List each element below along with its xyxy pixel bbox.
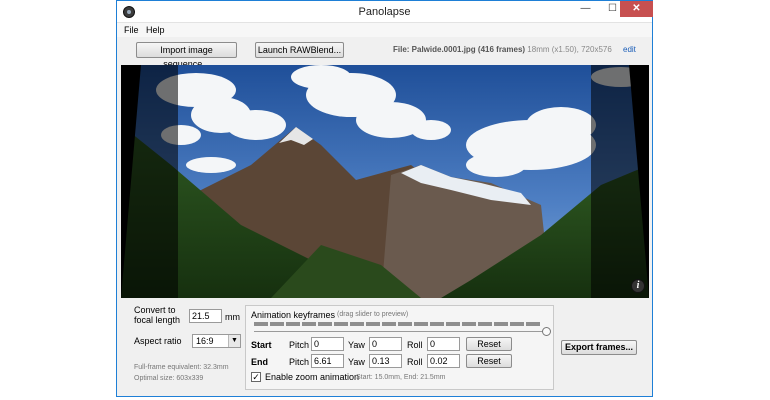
menu-bar: File Help: [117, 23, 652, 37]
end-label: End: [251, 357, 268, 367]
file-meta: 18mm (x1.50), 720x576: [527, 45, 612, 54]
chevron-down-icon: ▼: [228, 335, 240, 347]
start-yaw-input[interactable]: 0: [369, 337, 402, 351]
keyframe-segment: [414, 322, 428, 326]
close-button[interactable]: ✕: [620, 1, 653, 17]
focal-length-input[interactable]: 21.5: [189, 309, 222, 323]
keyframe-segment: [366, 322, 380, 326]
export-frames-button[interactable]: Export frames...: [561, 340, 637, 355]
start-pitch-input[interactable]: 0: [311, 337, 344, 351]
end-yaw-input[interactable]: 0.13: [369, 354, 402, 368]
aspect-ratio-label: Aspect ratio: [134, 336, 182, 346]
keyframe-segment: [510, 322, 524, 326]
edit-link[interactable]: edit: [623, 45, 636, 54]
keyframe-segment: [382, 322, 396, 326]
app-window: Panolapse — ☐ ✕ File Help Import image s…: [116, 0, 653, 397]
launch-rawblend-button[interactable]: Launch RAWBlend...: [255, 42, 344, 58]
preview-slider-handle[interactable]: [542, 327, 551, 336]
minimize-button[interactable]: —: [572, 1, 599, 17]
keyframe-segment: [430, 322, 444, 326]
convert-focal-label-line2: focal length: [134, 315, 181, 325]
menu-help[interactable]: Help: [146, 25, 165, 35]
keyframe-segment: [334, 322, 348, 326]
file-name: File: Palwide.0001.jpg (416 frames): [393, 45, 526, 54]
end-pitch-input[interactable]: 6.61: [311, 354, 344, 368]
focal-unit-label: mm: [225, 312, 240, 322]
keyframe-segment: [302, 322, 316, 326]
keyframe-segment: [318, 322, 332, 326]
start-roll-label: Roll: [407, 340, 423, 350]
keyframe-segment: [478, 322, 492, 326]
panorama-image: [121, 65, 649, 298]
keyframes-title: Animation keyframes: [251, 310, 336, 320]
start-yaw-label: Yaw: [348, 340, 365, 350]
keyframe-track[interactable]: [254, 322, 549, 327]
end-reset-button[interactable]: Reset: [466, 354, 512, 368]
keyframe-segment: [254, 322, 268, 326]
zoom-range-note: Start: 15.0mm, End: 21.5mm: [356, 374, 446, 381]
end-roll-label: Roll: [407, 357, 423, 367]
panorama-viewer[interactable]: i: [121, 65, 649, 298]
start-pitch-label: Pitch: [289, 340, 310, 350]
keyframes-hint: (drag slider to preview): [337, 311, 409, 318]
keyframe-segment: [462, 322, 476, 326]
file-info: File: Palwide.0001.jpg (416 frames) 18mm…: [393, 45, 612, 54]
keyframe-segment: [446, 322, 460, 326]
end-pitch-label: Pitch: [289, 357, 310, 367]
keyframe-segment: [398, 322, 412, 326]
optimal-size-note: Optimal size: 603x339: [134, 375, 204, 382]
start-label: Start: [251, 340, 272, 350]
keyframe-segment: [286, 322, 300, 326]
fullframe-equivalent-note: Full-frame equivalent: 32.3mm: [134, 364, 229, 371]
aspect-ratio-value: 16:9: [196, 336, 214, 346]
start-reset-button[interactable]: Reset: [466, 337, 512, 351]
preview-slider-track[interactable]: [254, 331, 546, 332]
end-roll-input[interactable]: 0.02: [427, 354, 460, 368]
import-image-sequence-button[interactable]: Import image sequence...: [136, 42, 237, 69]
info-icon[interactable]: i: [631, 279, 645, 293]
start-roll-input[interactable]: 0: [427, 337, 460, 351]
end-yaw-label: Yaw: [348, 357, 365, 367]
keyframe-segment: [350, 322, 364, 326]
zoom-animation-label[interactable]: Enable zoom animation: [265, 372, 359, 382]
menu-file[interactable]: File: [124, 25, 139, 35]
aspect-ratio-select[interactable]: 16:9 ▼: [192, 334, 241, 348]
keyframe-segment: [270, 322, 284, 326]
keyframe-segment: [494, 322, 508, 326]
title-bar[interactable]: Panolapse — ☐ ✕: [117, 1, 653, 23]
keyframe-segment: [526, 322, 540, 326]
zoom-animation-checkbox[interactable]: ✓: [251, 372, 261, 382]
convert-focal-label-line1: Convert to: [134, 305, 176, 315]
